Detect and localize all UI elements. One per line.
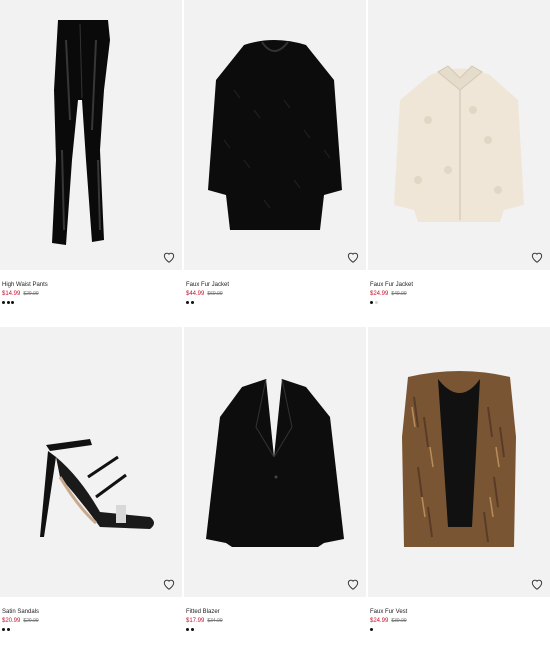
product-image[interactable] <box>0 327 182 597</box>
product-image[interactable] <box>0 0 182 270</box>
faux-fur-vest-image <box>402 371 516 547</box>
product-name[interactable]: Faux Fur Jacket <box>370 281 548 289</box>
product-image[interactable] <box>368 0 550 270</box>
color-swatch[interactable] <box>190 628 194 631</box>
color-swatch[interactable] <box>2 301 5 304</box>
original-price: $49.99 <box>391 291 407 297</box>
product-grid: High Waist Pants $14.99 $29.99 Faux Fur J… <box>0 0 550 636</box>
color-swatches <box>370 628 548 632</box>
product-name[interactable]: Faux Fur Vest <box>370 608 548 616</box>
color-swatch[interactable] <box>6 628 10 631</box>
original-price: $34.99 <box>207 618 223 624</box>
product-card[interactable]: High Waist Pants $14.99 $29.99 <box>0 0 182 321</box>
heart-icon[interactable] <box>530 577 544 591</box>
color-swatch[interactable] <box>11 301 14 304</box>
color-swatch[interactable] <box>190 301 194 304</box>
product-image[interactable] <box>368 327 550 597</box>
product-info: Fitted Blazer $17.99 $34.99 <box>184 597 366 648</box>
color-swatches <box>186 301 364 305</box>
color-swatches <box>2 628 180 632</box>
product-card[interactable]: Faux Fur Vest $24.99 $39.99 <box>368 327 550 648</box>
product-prices: $14.99 $29.99 <box>2 290 180 299</box>
color-swatch[interactable] <box>374 301 378 304</box>
product-name[interactable]: High Waist Pants <box>2 281 180 289</box>
product-prices: $20.99 $29.99 <box>2 617 180 626</box>
sale-price: $24.99 <box>370 618 389 624</box>
product-info: Satin Sandals $20.99 $29.99 <box>0 597 182 648</box>
product-name[interactable]: Fitted Blazer <box>186 608 364 616</box>
product-card[interactable]: Faux Fur Jacket $44.99 $69.99 <box>184 0 366 321</box>
sale-price: $24.99 <box>370 291 389 297</box>
original-price: $69.99 <box>207 291 223 297</box>
heart-icon[interactable] <box>162 250 176 264</box>
product-card[interactable]: Satin Sandals $20.99 $29.99 <box>0 327 182 648</box>
product-prices: $24.99 $49.99 <box>370 290 548 299</box>
heart-icon[interactable] <box>346 250 360 264</box>
product-info: Faux Fur Jacket $24.99 $49.99 <box>368 270 550 321</box>
black-fur-jacket-image <box>208 40 342 230</box>
product-name[interactable]: Satin Sandals <box>2 608 180 616</box>
product-card[interactable]: Fitted Blazer $17.99 $34.99 <box>184 327 366 648</box>
color-swatch[interactable] <box>186 301 189 304</box>
product-prices: $24.99 $39.99 <box>370 617 548 626</box>
heart-icon[interactable] <box>346 577 360 591</box>
color-swatch[interactable] <box>370 628 373 631</box>
original-price: $29.99 <box>23 618 39 624</box>
product-info: Faux Fur Jacket $44.99 $69.99 <box>184 270 366 321</box>
product-prices: $17.99 $34.99 <box>186 617 364 626</box>
product-prices: $44.99 $69.99 <box>186 290 364 299</box>
product-image[interactable] <box>184 0 366 270</box>
product-card[interactable]: Faux Fur Jacket $24.99 $49.99 <box>368 0 550 321</box>
color-swatch[interactable] <box>2 628 5 631</box>
heart-icon[interactable] <box>530 250 544 264</box>
vinyl-pants-image <box>52 20 110 245</box>
satin-sandals-image <box>40 439 154 537</box>
product-info: Faux Fur Vest $24.99 $39.99 <box>368 597 550 648</box>
color-swatch[interactable] <box>6 301 10 304</box>
color-swatch[interactable] <box>370 301 373 304</box>
color-swatch[interactable] <box>186 628 189 631</box>
sale-price: $20.99 <box>2 618 21 624</box>
color-swatches <box>186 628 364 632</box>
original-price: $39.99 <box>391 618 407 624</box>
sale-price: $17.99 <box>186 618 205 624</box>
color-swatches <box>370 301 548 305</box>
black-blazer-image <box>206 378 344 547</box>
original-price: $29.99 <box>23 291 39 297</box>
cream-teddy-jacket-image <box>394 65 524 222</box>
product-name[interactable]: Faux Fur Jacket <box>186 281 364 289</box>
product-image[interactable] <box>184 327 366 597</box>
sale-price: $44.99 <box>186 291 205 297</box>
product-info: High Waist Pants $14.99 $29.99 <box>0 270 182 321</box>
color-swatches <box>2 301 180 305</box>
heart-icon[interactable] <box>162 577 176 591</box>
sale-price: $14.99 <box>2 291 21 297</box>
